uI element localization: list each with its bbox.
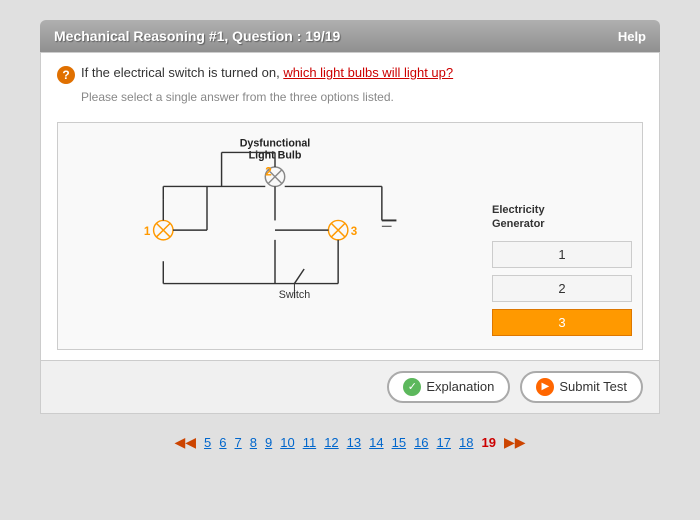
question-section: ? If the electrical switch is turned on,… <box>41 53 659 122</box>
header-title: Mechanical Reasoning #1, Question : 19/1… <box>54 28 340 44</box>
answer-option-1[interactable]: 1 <box>492 241 632 268</box>
page-18[interactable]: 18 <box>459 435 473 450</box>
answer-option-3[interactable]: 3 <box>492 309 632 336</box>
question-row: ? If the electrical switch is turned on,… <box>57 65 643 84</box>
main-card: ? If the electrical switch is turned on,… <box>40 52 660 414</box>
circuit-left: Dysfunctional Light Bulb 2 1 <box>58 123 492 349</box>
page-14[interactable]: 14 <box>369 435 383 450</box>
submit-label: Submit Test <box>559 379 627 394</box>
question-text: If the electrical switch is turned on, w… <box>81 65 453 80</box>
page-13[interactable]: 13 <box>347 435 361 450</box>
question-icon: ? <box>57 66 75 84</box>
diagram-area: Dysfunctional Light Bulb 2 1 <box>57 122 643 350</box>
svg-text:2: 2 <box>265 166 272 179</box>
page-17[interactable]: 17 <box>437 435 451 450</box>
submit-test-button[interactable]: ▶ Submit Test <box>520 371 643 403</box>
svg-text:3: 3 <box>351 225 358 238</box>
page-5[interactable]: 5 <box>204 435 211 450</box>
next-nav[interactable]: ▶▶ <box>504 434 526 451</box>
prev-nav[interactable]: ◀◀ <box>175 434 197 451</box>
header-bar: Mechanical Reasoning #1, Question : 19/1… <box>40 20 660 52</box>
page-6[interactable]: 6 <box>219 435 226 450</box>
explanation-label: Explanation <box>426 379 494 394</box>
page-10[interactable]: 10 <box>280 435 294 450</box>
check-icon: ✓ <box>403 378 421 396</box>
page-15[interactable]: 15 <box>392 435 406 450</box>
svg-text:Dysfunctional: Dysfunctional <box>240 138 311 150</box>
instruction-text: Please select a single answer from the t… <box>81 90 643 104</box>
page-8[interactable]: 8 <box>250 435 257 450</box>
explanation-button[interactable]: ✓ Explanation <box>387 371 510 403</box>
page-7[interactable]: 7 <box>235 435 242 450</box>
pagination: ◀◀ 5 6 7 8 9 10 11 12 13 14 15 16 17 18 … <box>175 434 526 451</box>
svg-text:1: 1 <box>144 225 151 238</box>
page-9[interactable]: 9 <box>265 435 272 450</box>
page-11[interactable]: 11 <box>303 435 317 450</box>
action-bar: ✓ Explanation ▶ Submit Test <box>41 360 659 413</box>
circuit-right: ElectricityGenerator 1 2 3 <box>492 123 642 349</box>
outer-container: Mechanical Reasoning #1, Question : 19/1… <box>0 0 700 520</box>
page-19-current[interactable]: 19 <box>481 435 495 450</box>
svg-text:Switch: Switch <box>279 289 310 301</box>
play-icon: ▶ <box>536 378 554 396</box>
page-16[interactable]: 16 <box>414 435 428 450</box>
circuit-diagram: Dysfunctional Light Bulb 2 1 <box>68 133 482 303</box>
answer-option-2[interactable]: 2 <box>492 275 632 302</box>
help-button[interactable]: Help <box>618 29 646 44</box>
page-12[interactable]: 12 <box>324 435 338 450</box>
generator-label: ElectricityGenerator <box>492 203 632 232</box>
